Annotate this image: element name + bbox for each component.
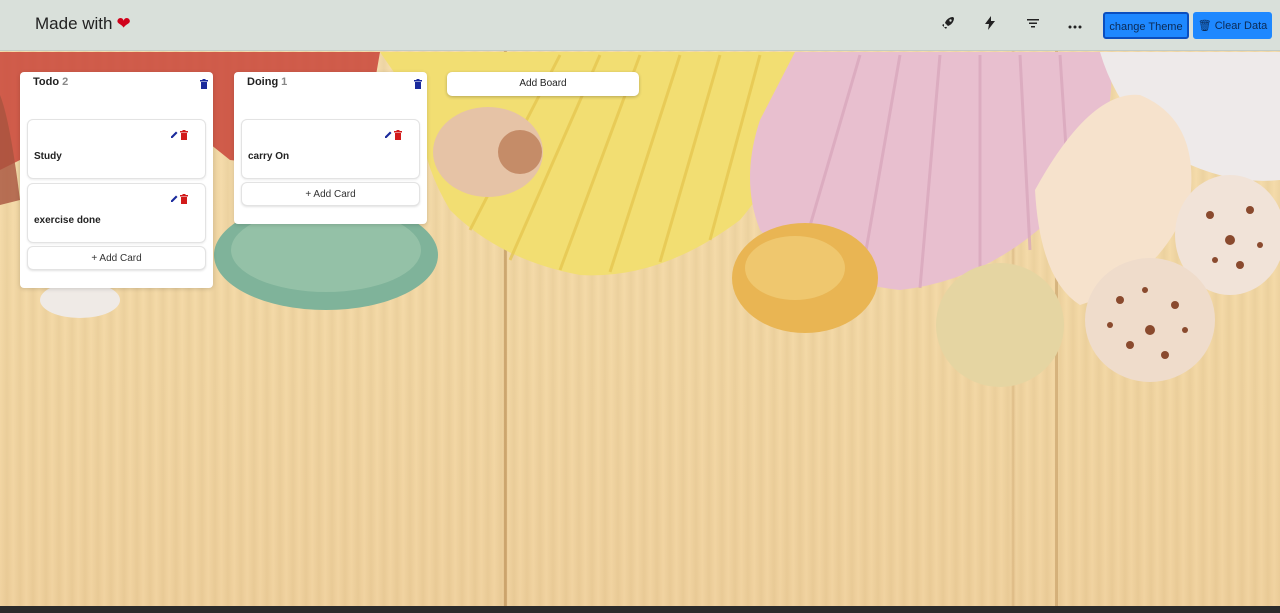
add-card-button[interactable]: + Add Card [27, 246, 206, 270]
add-card-button[interactable]: + Add Card [241, 182, 420, 206]
change-theme-button[interactable]: change Theme [1103, 12, 1189, 39]
board-title-text: Doing [247, 76, 279, 88]
delete-icon[interactable] [180, 194, 190, 204]
board-title: Doing 1 [247, 76, 287, 88]
bottom-strip [0, 606, 1280, 613]
more-icon[interactable] [1064, 15, 1086, 37]
board-title: Todo 2 [33, 76, 68, 88]
card-title: Study [34, 151, 62, 162]
rocket-icon[interactable] [937, 15, 959, 37]
clear-data-button[interactable]: 🗑 Clear Data [1193, 12, 1272, 39]
heart-icon: ❤ [116, 14, 131, 33]
delete-icon[interactable] [180, 130, 190, 140]
card-title: carry On [248, 151, 290, 162]
bolt-icon[interactable] [979, 15, 1001, 37]
board-doing: Doing 1 carry On + Add Card [234, 72, 427, 224]
card[interactable]: Study [27, 119, 206, 179]
edit-icon[interactable] [384, 130, 394, 140]
brand-text: Made with [35, 14, 113, 33]
card-title: exercise done [34, 215, 101, 226]
delete-icon[interactable] [394, 130, 404, 140]
delete-board-icon[interactable] [413, 79, 423, 91]
board-title-text: Todo [33, 76, 60, 88]
brand-title: Made with ❤ [35, 14, 131, 34]
card[interactable]: exercise done [27, 183, 206, 243]
card[interactable]: carry On [241, 119, 420, 179]
board-card-count: 1 [281, 76, 288, 88]
filter-icon[interactable] [1022, 15, 1044, 37]
board-card-count: 2 [62, 76, 69, 88]
add-board-button[interactable]: Add Board [447, 72, 639, 96]
delete-board-icon[interactable] [199, 79, 209, 91]
edit-icon[interactable] [170, 130, 180, 140]
board-todo: Todo 2 Study exercise done + Add Card [20, 72, 213, 288]
edit-icon[interactable] [170, 194, 180, 204]
top-bar: Made with ❤ change Theme 🗑 Clear Data [0, 0, 1280, 51]
